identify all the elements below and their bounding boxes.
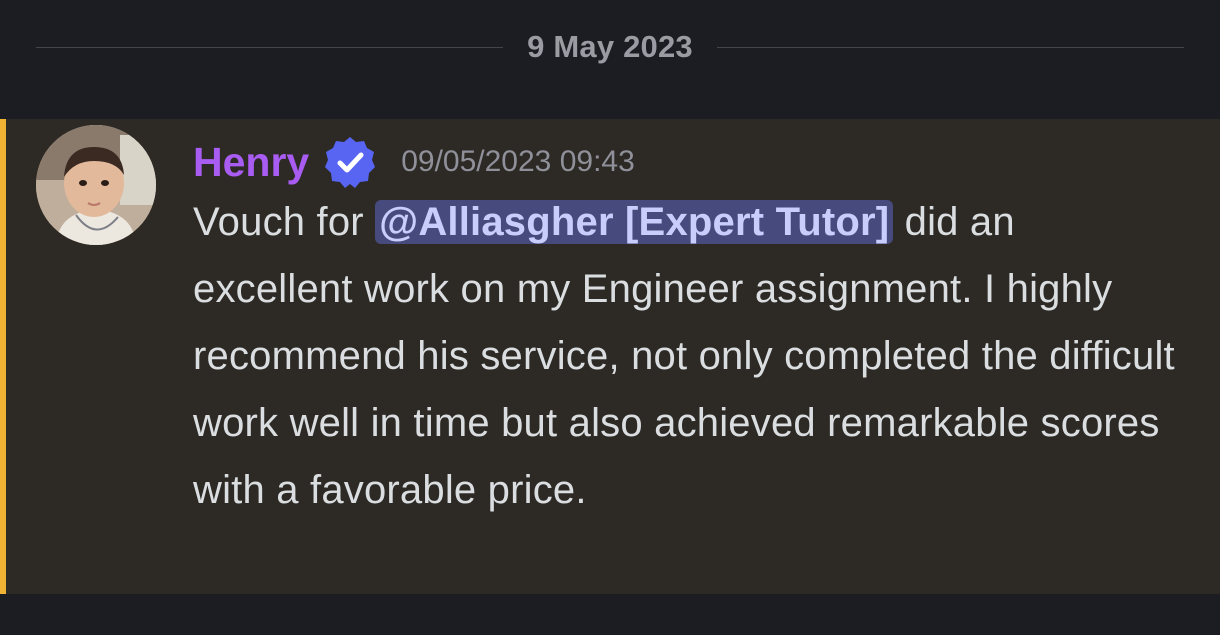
divider-line-left (36, 46, 504, 48)
divider-line-right (716, 46, 1185, 48)
message-item[interactable]: Henry 09/05/2023 09:43 Vouch for @Allias… (0, 119, 1220, 594)
verified-badge-icon (323, 135, 377, 189)
chat-view: 9 May 2023 Henry 09/05/2023 09:43 Vouch … (0, 0, 1220, 635)
message-content: Vouch for @Alliasgher [Expert Tutor] did… (193, 189, 1183, 524)
avatar[interactable] (36, 125, 156, 245)
user-mention[interactable]: @Alliasgher [Expert Tutor] (375, 200, 894, 244)
divider-date: 9 May 2023 (527, 29, 693, 64)
avatar-photo (36, 125, 156, 245)
message-header: Henry 09/05/2023 09:43 (193, 135, 635, 189)
author-name[interactable]: Henry (193, 141, 309, 183)
highlight-accent-bar (0, 119, 6, 594)
message-text-before: Vouch for (193, 200, 376, 244)
message-text-after: did an excellent work on my Engineer ass… (193, 200, 1175, 512)
date-divider: 9 May 2023 (36, 22, 1185, 72)
message-timestamp[interactable]: 09/05/2023 09:43 (401, 147, 635, 177)
